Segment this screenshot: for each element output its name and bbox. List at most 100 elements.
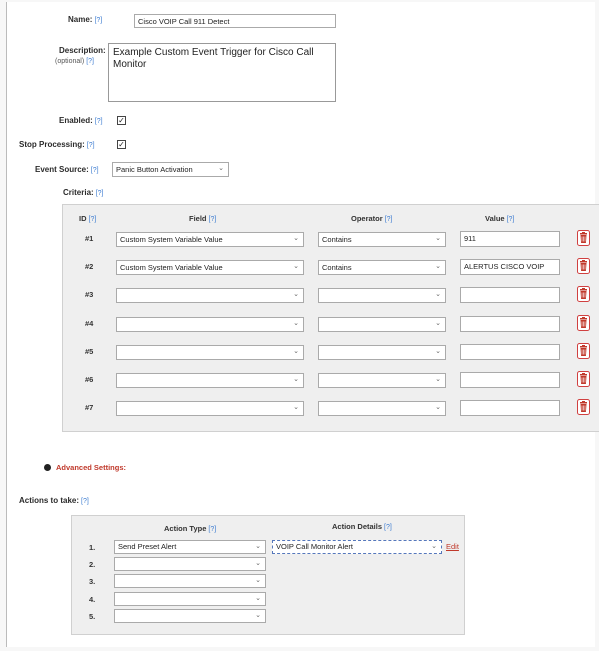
criteria-operator-select[interactable]: ⌄ xyxy=(318,401,446,417)
action-details-select[interactable]: VOIP Call Monitor Alert ⌄ xyxy=(272,540,442,554)
action-type-select[interactable]: ⌄ xyxy=(114,591,266,606)
chevron-down-icon: ⌄ xyxy=(435,319,441,327)
criteria-value-input[interactable] xyxy=(460,343,560,360)
stop-processing-label: Stop Processing: [?] xyxy=(19,140,95,149)
action-type-select[interactable]: ⌄ xyxy=(114,608,266,623)
chevron-down-icon: ⌄ xyxy=(255,560,261,568)
event-trigger-form: Name: [?] Cisco VOIP Call 911 Detect Desc… xyxy=(6,2,599,647)
help-icon[interactable]: [?] xyxy=(208,526,216,533)
criteria-field-select[interactable]: ⌄ xyxy=(116,373,304,388)
criteria-row-id: #1 xyxy=(85,234,94,243)
chevron-down-icon: ⌄ xyxy=(435,347,441,355)
chevron-down-icon: ⌄ xyxy=(255,594,261,602)
criteria-row-id: #6 xyxy=(85,375,94,384)
help-icon[interactable]: [?] xyxy=(86,58,94,65)
stop-processing-checkbox[interactable]: ✓ xyxy=(117,140,126,149)
chevron-down-icon: ⌄ xyxy=(293,235,299,242)
action-type-select[interactable]: Send Preset Alert ⌄ xyxy=(114,540,266,554)
criteria-row-id: #2 xyxy=(85,262,94,272)
criteria-field-value: Custom System Variable Value xyxy=(120,263,223,273)
chevron-down-icon: ⌄ xyxy=(435,291,441,299)
trash-icon[interactable] xyxy=(577,230,590,246)
help-icon[interactable]: [?] xyxy=(209,216,217,223)
name-label: Name: [?] xyxy=(68,15,103,24)
trash-icon[interactable] xyxy=(577,258,590,275)
criteria-field-select[interactable]: Custom System Variable Value ⌄ xyxy=(116,260,304,276)
trash-icon[interactable] xyxy=(577,314,590,331)
criteria-value-input[interactable] xyxy=(460,400,560,417)
criteria-field-select[interactable]: Custom System Variable Value ⌄ xyxy=(116,232,304,247)
criteria-operator-select[interactable]: ⌄ xyxy=(318,344,446,360)
action-details-value: VOIP Call Monitor Alert xyxy=(276,542,353,551)
action-row-number: 5. xyxy=(89,611,96,621)
criteria-operator-select[interactable]: ⌄ xyxy=(318,288,446,304)
criteria-value-input[interactable] xyxy=(460,287,560,304)
criteria-value-input[interactable] xyxy=(460,315,560,332)
enabled-checkbox[interactable]: ✓ xyxy=(117,116,126,125)
criteria-operator-select[interactable]: Contains ⌄ xyxy=(318,260,446,276)
action-row-number: 2. xyxy=(89,560,96,570)
criteria-header-id: ID [?] xyxy=(79,214,97,223)
help-icon[interactable]: [?] xyxy=(91,167,99,174)
enabled-label: Enabled: [?] xyxy=(59,116,103,125)
criteria-header-operator: Operator [?] xyxy=(351,214,393,223)
chevron-down-icon: ⌄ xyxy=(218,165,224,172)
help-icon[interactable]: [?] xyxy=(385,216,393,223)
help-icon[interactable]: [?] xyxy=(507,216,515,223)
chevron-down-icon: ⌄ xyxy=(293,319,299,327)
criteria-operator-value: Contains xyxy=(322,263,352,273)
event-source-select[interactable]: Panic Button Activation ⌄ xyxy=(112,162,229,177)
criteria-row-id: #4 xyxy=(85,318,94,328)
help-icon[interactable]: [?] xyxy=(89,216,97,223)
chevron-down-icon: ⌄ xyxy=(293,376,299,383)
chevron-down-icon: ⌄ xyxy=(435,376,441,383)
chevron-down-icon: ⌄ xyxy=(255,543,261,550)
name-input[interactable]: Cisco VOIP Call 911 Detect xyxy=(134,14,336,28)
action-row-number: 4. xyxy=(89,594,96,604)
action-row-number: 1. xyxy=(89,543,96,552)
chevron-down-icon: ⌄ xyxy=(435,263,441,271)
description-label: Description: xyxy=(59,46,106,55)
chevron-down-icon: ⌄ xyxy=(431,543,437,550)
trash-icon[interactable] xyxy=(577,286,590,303)
actions-table: Action Type [?] Action Details [?] 1. Send … xyxy=(71,515,465,635)
trash-icon[interactable] xyxy=(577,342,590,359)
criteria-field-select[interactable]: ⌄ xyxy=(116,344,304,360)
description-textarea[interactable]: Example Custom Event Trigger for Cisco C… xyxy=(108,43,336,102)
advanced-settings-toggle[interactable]: Advanced Settings: xyxy=(44,463,126,472)
criteria-row-id: #7 xyxy=(85,403,94,413)
trash-icon[interactable] xyxy=(577,371,590,387)
criteria-label: Criteria: [?] xyxy=(63,188,104,197)
action-type-value: Send Preset Alert xyxy=(118,542,177,551)
chevron-down-icon: ⌄ xyxy=(435,235,441,242)
criteria-field-select[interactable]: ⌄ xyxy=(116,401,304,417)
description-optional: (optional) [?] xyxy=(55,58,94,65)
action-type-select[interactable]: ⌄ xyxy=(114,574,266,589)
criteria-value-input[interactable]: ALERTUS CISCO VOIP xyxy=(460,259,560,276)
criteria-value-input[interactable] xyxy=(460,372,560,388)
action-type-select[interactable]: ⌄ xyxy=(114,557,266,572)
criteria-operator-select[interactable]: ⌄ xyxy=(318,316,446,332)
help-icon[interactable]: [?] xyxy=(81,498,89,505)
action-row-number: 3. xyxy=(89,577,96,587)
trash-icon[interactable] xyxy=(577,399,590,416)
criteria-field-select[interactable]: ⌄ xyxy=(116,288,304,304)
criteria-table: ID [?] Field [?] Operator [?] Value [?] #1 Cu… xyxy=(62,204,599,432)
help-icon[interactable]: [?] xyxy=(95,118,103,125)
actions-header-type: Action Type [?] xyxy=(164,524,217,533)
help-icon[interactable]: [?] xyxy=(384,524,392,531)
criteria-row-id: #5 xyxy=(85,346,94,356)
criteria-header-value: Value [?] xyxy=(485,214,515,223)
advanced-settings-link[interactable]: Advanced Settings: xyxy=(56,463,126,472)
help-icon[interactable]: [?] xyxy=(96,190,104,197)
edit-link[interactable]: Edit xyxy=(446,542,459,551)
criteria-operator-select[interactable]: Contains ⌄ xyxy=(318,232,446,247)
chevron-down-icon: ⌄ xyxy=(293,263,299,271)
criteria-field-value: Custom System Variable Value xyxy=(120,235,223,244)
criteria-field-select[interactable]: ⌄ xyxy=(116,316,304,332)
chevron-down-icon: ⌄ xyxy=(255,577,261,585)
criteria-operator-select[interactable]: ⌄ xyxy=(318,373,446,388)
help-icon[interactable]: [?] xyxy=(94,17,102,24)
help-icon[interactable]: [?] xyxy=(87,142,95,149)
criteria-value-input[interactable]: 911 xyxy=(460,231,560,247)
